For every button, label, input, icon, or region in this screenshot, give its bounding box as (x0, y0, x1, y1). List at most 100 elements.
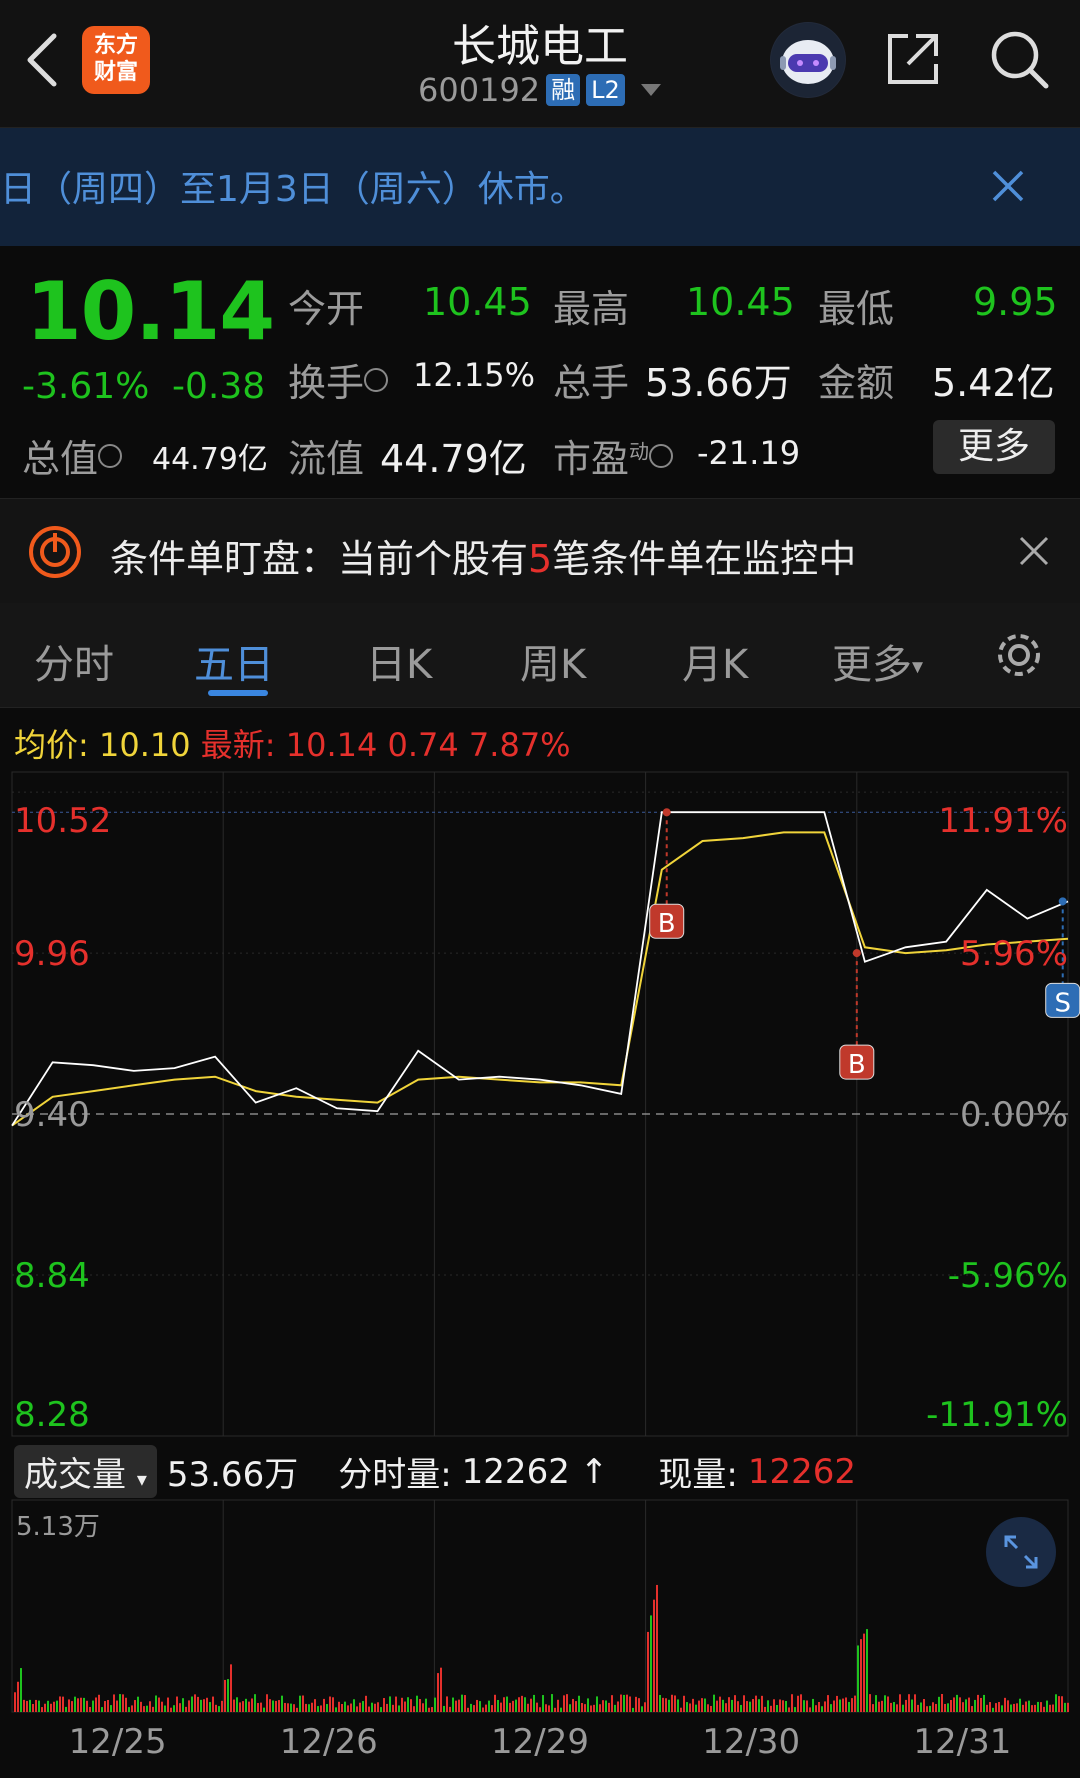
volume-bar (422, 1703, 424, 1712)
volume-bar (821, 1706, 823, 1712)
volume-bar (419, 1698, 421, 1712)
assistant-robot-icon[interactable] (770, 22, 846, 98)
volume-bar (1064, 1702, 1066, 1712)
volume-bar (932, 1702, 934, 1712)
volume-bar (605, 1700, 607, 1712)
volume-bar (650, 1615, 652, 1712)
close-icon[interactable] (990, 168, 1026, 204)
volume-bar (464, 1695, 466, 1712)
volume-bar (269, 1699, 271, 1712)
volume-bar (791, 1694, 793, 1712)
volume-header: 成交量 ▾ 53.66万 分时量: 12262 ↑ 现量: 12262 (14, 1445, 856, 1498)
volume-bar (959, 1697, 961, 1712)
volume-bar (389, 1696, 391, 1712)
pe-sup: 动 (629, 439, 650, 464)
volume-bar (863, 1633, 865, 1712)
volume-bar (248, 1701, 250, 1712)
volume-bar (56, 1700, 58, 1712)
alert-prefix: 条件单盯盘：当前个股有 (110, 537, 529, 581)
expand-icon[interactable] (986, 1517, 1056, 1587)
volume-bar (878, 1701, 880, 1712)
volume-bar (80, 1697, 82, 1712)
stock-subline[interactable]: 600192 融 L2 (418, 70, 661, 110)
share-icon[interactable] (882, 28, 944, 90)
tab-week-k[interactable]: 周K (520, 632, 586, 690)
volume-bar (866, 1629, 868, 1712)
volume-bar (830, 1704, 832, 1712)
volume-bar (383, 1698, 385, 1712)
volume-bar (1061, 1696, 1063, 1712)
volume-bar (872, 1704, 874, 1712)
volume-bar (152, 1706, 154, 1712)
volume-bar (977, 1694, 979, 1712)
search-icon[interactable] (988, 28, 1050, 90)
volume-bar (38, 1700, 40, 1712)
more-button[interactable]: 更多 (933, 420, 1055, 474)
volume-label: 总手 (553, 361, 630, 405)
volume-bar (896, 1704, 898, 1712)
volume-bar (944, 1703, 946, 1712)
volume-bar (161, 1701, 163, 1712)
volume-bar (761, 1695, 763, 1712)
low-label: 最低 (818, 287, 895, 331)
volume-bar (1022, 1704, 1024, 1712)
volume-bar (671, 1694, 673, 1712)
volume-bar (728, 1697, 730, 1712)
volume-bar (839, 1699, 841, 1712)
tab-fenshi[interactable]: 分时 (34, 632, 114, 690)
volume-bar (293, 1704, 295, 1712)
volume-bar (986, 1704, 988, 1712)
chevron-down-icon[interactable] (640, 84, 661, 96)
volume-frame (11, 1499, 1069, 1713)
volume-bar (545, 1704, 547, 1712)
volume-bar (638, 1698, 640, 1712)
chart-info-line: 均价: 10.10 最新: 10.14 0.74 7.87% (14, 720, 571, 766)
volume-bar (806, 1700, 808, 1712)
volume-bar (539, 1707, 541, 1712)
volume-selector[interactable]: 成交量 ▾ (14, 1445, 157, 1498)
volume-bar (746, 1701, 748, 1712)
y-tick-label: 8.84 (14, 1256, 90, 1296)
volume-bar (377, 1702, 379, 1712)
volume-bar (257, 1703, 259, 1712)
volume-bar (815, 1705, 817, 1712)
volume-bar (611, 1695, 613, 1712)
volume-bar (698, 1700, 700, 1712)
info-icon[interactable] (98, 443, 123, 468)
volume-bar (485, 1704, 487, 1712)
tab-month-k[interactable]: 月K (682, 632, 748, 690)
volume-bar (401, 1697, 403, 1712)
fenshi-volume-label: 分时量: (338, 1455, 452, 1495)
volume-bar (290, 1703, 292, 1712)
volume-bar (833, 1700, 835, 1712)
volume-bar (317, 1706, 319, 1712)
volume-bar (221, 1700, 223, 1712)
volume-bar (182, 1698, 184, 1712)
volume-bar (14, 1692, 16, 1712)
tab-more[interactable]: 更多▾ (832, 632, 923, 690)
close-icon[interactable] (1018, 535, 1050, 567)
back-icon[interactable] (22, 30, 62, 90)
volume-value: 53.66万 (645, 361, 792, 405)
tab-day-k[interactable]: 日K (366, 632, 432, 690)
volume-bar (899, 1694, 901, 1712)
tab-five-day[interactable]: 五日 (194, 632, 274, 690)
volume-bar (32, 1704, 34, 1712)
gear-icon[interactable] (992, 628, 1046, 682)
volume-bar (104, 1701, 106, 1712)
volume-bar (179, 1703, 181, 1712)
volume-bar (125, 1697, 127, 1712)
info-icon[interactable] (364, 367, 389, 392)
volume-bar (62, 1696, 64, 1712)
volume-bar (764, 1706, 766, 1712)
volume-bar (467, 1707, 469, 1712)
volume-bar (773, 1699, 775, 1712)
volume-bar (344, 1701, 346, 1712)
current-price: 10.14 (26, 265, 275, 358)
price-chart[interactable]: 10.52 9.96 9.40 8.84 8.28 11.91% 5.96% 0.00% -5.… (0, 768, 1080, 1438)
volume-bar (551, 1694, 553, 1712)
volume-bar (326, 1704, 328, 1712)
info-icon[interactable] (649, 443, 674, 468)
volume-bar (245, 1698, 247, 1712)
volume-total: 53.66万 (166, 1455, 299, 1495)
